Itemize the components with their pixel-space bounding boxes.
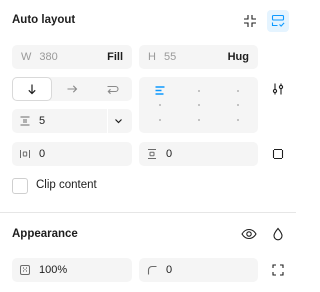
- width-field[interactable]: W 380 Fill: [12, 45, 132, 69]
- alignment-dot[interactable]: [159, 119, 161, 121]
- height-mode-dropdown[interactable]: Hug: [228, 51, 249, 63]
- alignment-dot[interactable]: [237, 90, 239, 92]
- clip-content-checkbox[interactable]: [12, 178, 28, 194]
- align-top-left-icon[interactable]: [154, 85, 166, 97]
- opacity-field[interactable]: 100%: [12, 258, 132, 282]
- horizontal-padding-field[interactable]: 0: [12, 142, 132, 166]
- blend-mode-icon[interactable]: [267, 223, 289, 245]
- direction-horizontal-option[interactable]: [52, 77, 92, 101]
- alignment-grid[interactable]: [139, 77, 258, 133]
- corner-radius-value[interactable]: 0: [166, 264, 172, 276]
- collapse-icon[interactable]: [239, 10, 261, 32]
- horizontal-padding-value[interactable]: 0: [39, 148, 45, 160]
- wrap-icon: [107, 85, 119, 95]
- gap-field[interactable]: 5: [12, 109, 132, 133]
- alignment-dot[interactable]: [237, 104, 239, 106]
- alignment-dot[interactable]: [198, 90, 200, 92]
- auto-layout-title: Auto layout: [12, 14, 76, 26]
- gap-field-separator: [107, 109, 108, 133]
- advanced-layout-settings-icon[interactable]: [267, 78, 289, 100]
- individual-padding-icon[interactable]: [267, 143, 289, 165]
- opacity-icon: [20, 265, 30, 275]
- eye-icon[interactable]: [238, 223, 260, 245]
- corner-radius-field[interactable]: 0: [139, 258, 258, 282]
- independent-corners-icon[interactable]: [267, 259, 289, 281]
- chevron-down-icon[interactable]: [114, 117, 123, 125]
- gap-value[interactable]: 5: [39, 115, 45, 127]
- height-label: H: [148, 51, 156, 63]
- layout-suggestions-icon[interactable]: [267, 10, 289, 32]
- corner-radius-icon: [147, 265, 157, 275]
- alignment-dot[interactable]: [198, 104, 200, 106]
- section-divider: [0, 212, 296, 213]
- direction-wrap-option[interactable]: [92, 77, 132, 101]
- direction-segmented-control: [12, 77, 132, 101]
- vertical-gap-icon: [20, 116, 30, 126]
- appearance-title: Appearance: [12, 228, 78, 240]
- clip-content-label[interactable]: Clip content: [36, 179, 97, 191]
- opacity-value[interactable]: 100%: [39, 264, 67, 276]
- vertical-padding-value[interactable]: 0: [166, 148, 172, 160]
- arrow-right-icon: [67, 85, 78, 93]
- horizontal-padding-icon: [20, 150, 30, 158]
- arrow-down-icon: [28, 84, 36, 95]
- width-mode-dropdown[interactable]: Fill: [107, 51, 123, 63]
- height-field[interactable]: H 55 Hug: [139, 45, 258, 69]
- direction-vertical-option[interactable]: [12, 77, 52, 101]
- alignment-dot[interactable]: [198, 119, 200, 121]
- width-value[interactable]: 380: [39, 51, 57, 63]
- vertical-padding-icon: [148, 149, 156, 159]
- vertical-padding-field[interactable]: 0: [139, 142, 258, 166]
- alignment-dot[interactable]: [237, 119, 239, 121]
- height-value[interactable]: 55: [164, 51, 176, 63]
- alignment-dot[interactable]: [159, 104, 161, 106]
- width-label: W: [21, 51, 32, 63]
